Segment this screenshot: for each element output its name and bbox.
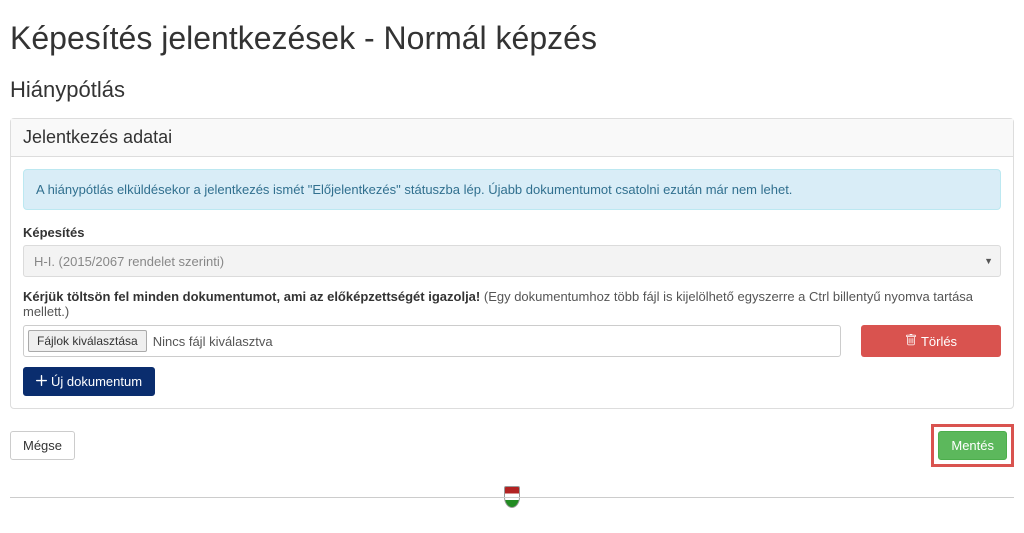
page-title: Képesítés jelentkezések - Normál képzés (10, 20, 1014, 57)
file-input[interactable]: Fájlok kiválasztása Nincs fájl kiválaszt… (23, 325, 841, 357)
panel-heading: Jelentkezés adatai (11, 119, 1013, 157)
file-upload-row: Fájlok kiválasztása Nincs fájl kiválaszt… (23, 325, 1001, 357)
file-choose-button[interactable]: Fájlok kiválasztása (28, 330, 147, 352)
new-document-label: Új dokumentum (51, 374, 142, 389)
delete-button-label: Törlés (921, 334, 957, 349)
cancel-button[interactable]: Mégse (10, 431, 75, 460)
delete-button[interactable]: Törlés (861, 325, 1001, 357)
new-document-button[interactable]: Új dokumentum (23, 367, 155, 396)
trash-icon (905, 334, 917, 349)
qualification-select-wrapper: H-I. (2015/2067 rendelet szerinti) ▼ (23, 245, 1001, 277)
application-data-panel: Jelentkezés adatai A hiánypótlás elküldé… (10, 118, 1014, 409)
info-alert: A hiánypótlás elküldésekor a jelentkezés… (23, 169, 1001, 210)
save-button[interactable]: Mentés (938, 431, 1007, 460)
file-status: Nincs fájl kiválasztva (153, 334, 273, 349)
save-highlight: Mentés (931, 424, 1014, 467)
qualification-select[interactable]: H-I. (2015/2067 rendelet szerinti) (23, 245, 1001, 277)
upload-instruction-bold: Kérjük töltsön fel minden dokumentumot, … (23, 289, 480, 304)
panel-body: A hiánypótlás elküldésekor a jelentkezés… (11, 157, 1013, 408)
upload-instruction: Kérjük töltsön fel minden dokumentumot, … (23, 289, 1001, 319)
page-subtitle: Hiánypótlás (10, 77, 1014, 103)
form-actions: Mégse Mentés (10, 424, 1014, 467)
plus-icon (36, 374, 47, 389)
qualification-label: Képesítés (23, 225, 1001, 240)
footer-divider (10, 497, 1014, 498)
